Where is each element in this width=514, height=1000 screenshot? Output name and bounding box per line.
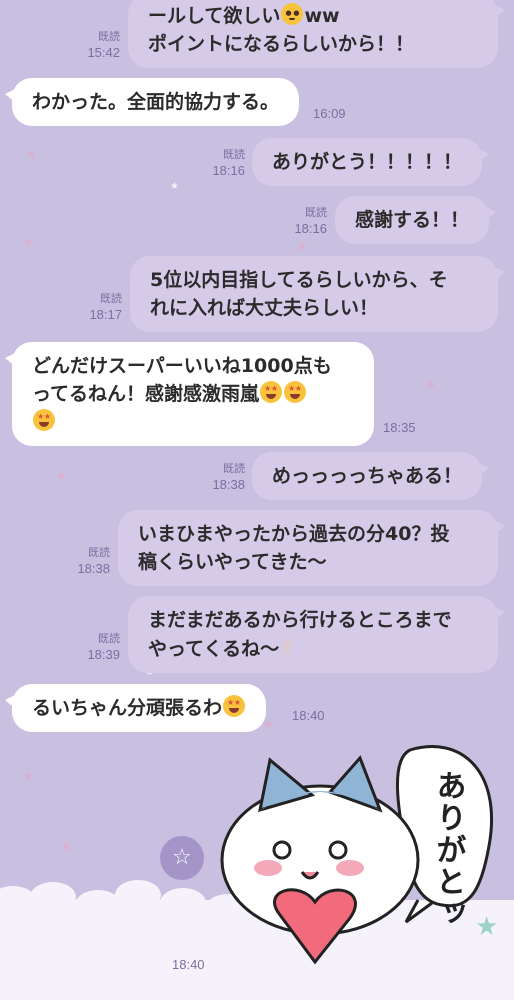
pleading-face-emoji (281, 3, 304, 25)
message-meta: 18:35 (383, 420, 416, 435)
background-star-icon: ★ (25, 147, 38, 163)
timestamp: 18:39 (87, 647, 120, 662)
background-star-icon: ★ (22, 235, 35, 251)
message-line: るいちゃん分頑張るわ (32, 694, 246, 722)
message-line: やってくるね〜✌ (148, 636, 296, 660)
message-meta: 既読 18:38 (185, 462, 245, 492)
victory-hand-emoji: ✌ (279, 636, 296, 660)
message-line: れに入れば大丈夫らしい！ (150, 297, 379, 319)
sticker-image[interactable]: ありがとッ ★ (220, 740, 510, 970)
message-bubble[interactable]: まだまだあるから行けるところまで やってくるね〜✌ (128, 596, 505, 673)
message-bubble[interactable]: どんだけスーパーいいね1000点も ってるねん！感謝感激雨嵐 (5, 342, 374, 446)
timestamp: 16:09 (313, 106, 346, 121)
background-star-icon: ★ (55, 469, 68, 485)
read-receipt: 既読 (98, 31, 120, 43)
message-meta: 既読 18:38 (50, 546, 110, 576)
timestamp: 18:17 (89, 307, 122, 322)
message-meta: 既読 18:39 (60, 632, 120, 662)
timestamp: 18:40 (292, 708, 325, 723)
message-bubble[interactable]: ありがとう！！！！！ (252, 138, 490, 186)
star-struck-emoji (33, 409, 55, 431)
message-line: ポイントになるらしいから！！ (148, 33, 415, 55)
timestamp: 18:35 (383, 420, 416, 435)
star-struck-emoji (284, 381, 307, 403)
read-receipt: 既読 (305, 207, 327, 219)
star-icon[interactable]: ☆ (160, 836, 204, 880)
message-bubble[interactable]: るいちゃん分頑張るわ (4, 684, 267, 732)
message-meta: 18:40 (172, 957, 205, 972)
message-meta: 18:40 (292, 708, 325, 723)
message-line (32, 408, 354, 436)
read-receipt: 既読 (100, 293, 122, 305)
message-meta: 16:09 (313, 106, 346, 121)
message-line: 感謝する！！ (355, 209, 470, 231)
background-star-icon: ★ (60, 839, 73, 855)
read-receipt: 既読 (88, 547, 110, 559)
message-meta: 既読 18:17 (62, 292, 122, 322)
read-receipt: 既読 (223, 149, 245, 161)
sticker-speech-text: ありがとッ (431, 770, 466, 930)
background-star-icon: ★ (170, 181, 179, 192)
message-line: めっっっっちゃある！ (272, 465, 463, 487)
star-struck-emoji (260, 381, 283, 403)
message-line: 稿くらいやってきた〜 (138, 551, 327, 573)
message-line: 5位以内目指してるらしいから、そ (150, 269, 448, 291)
message-bubble[interactable]: 5位以内目指してるらしいから、そ れに入れば大丈夫らしい！ (130, 256, 505, 332)
timestamp: 15:42 (87, 45, 120, 60)
timestamp: 18:16 (212, 163, 245, 178)
star-struck-emoji (223, 695, 246, 717)
message-bubble[interactable]: めっっっっちゃある！ (252, 452, 490, 500)
background-star-icon: ★ (296, 239, 309, 255)
message-bubble[interactable]: ールして欲しいww ポイントになるらしいから！！ (128, 0, 505, 68)
message-line: いまひまやったから過去の分40？投 (138, 523, 450, 545)
timestamp: 18:38 (212, 477, 245, 492)
read-receipt: 既読 (98, 633, 120, 645)
message-meta: 既読 18:16 (267, 206, 327, 236)
background-star-icon: ★ (425, 377, 438, 393)
message-bubble[interactable]: いまひまやったから過去の分40？投 稿くらいやってきた〜 (118, 510, 505, 586)
background-star-icon: ★ (22, 769, 35, 785)
read-receipt: 既読 (223, 463, 245, 475)
svg-text:★: ★ (475, 912, 498, 942)
message-line: ありがとう！！！！！ (272, 151, 463, 173)
message-bubble[interactable]: わかった。全面的協力する。 (4, 78, 300, 126)
timestamp: 18:38 (77, 561, 110, 576)
message-meta: 既読 15:42 (60, 30, 120, 60)
message-line: ールして欲しいww (148, 2, 478, 30)
message-meta: 既読 18:16 (185, 148, 245, 178)
timestamp: 18:16 (294, 221, 327, 236)
message-line: ってるねん！感謝感激雨嵐 (32, 380, 354, 408)
message-line: どんだけスーパーいいね1000点も (32, 355, 332, 377)
message-line: わかった。全面的協力する。 (32, 91, 280, 113)
message-line: まだまだあるから行けるところまで (148, 609, 452, 631)
timestamp: 18:40 (172, 957, 205, 972)
message-bubble[interactable]: 感謝する！！ (335, 196, 497, 244)
